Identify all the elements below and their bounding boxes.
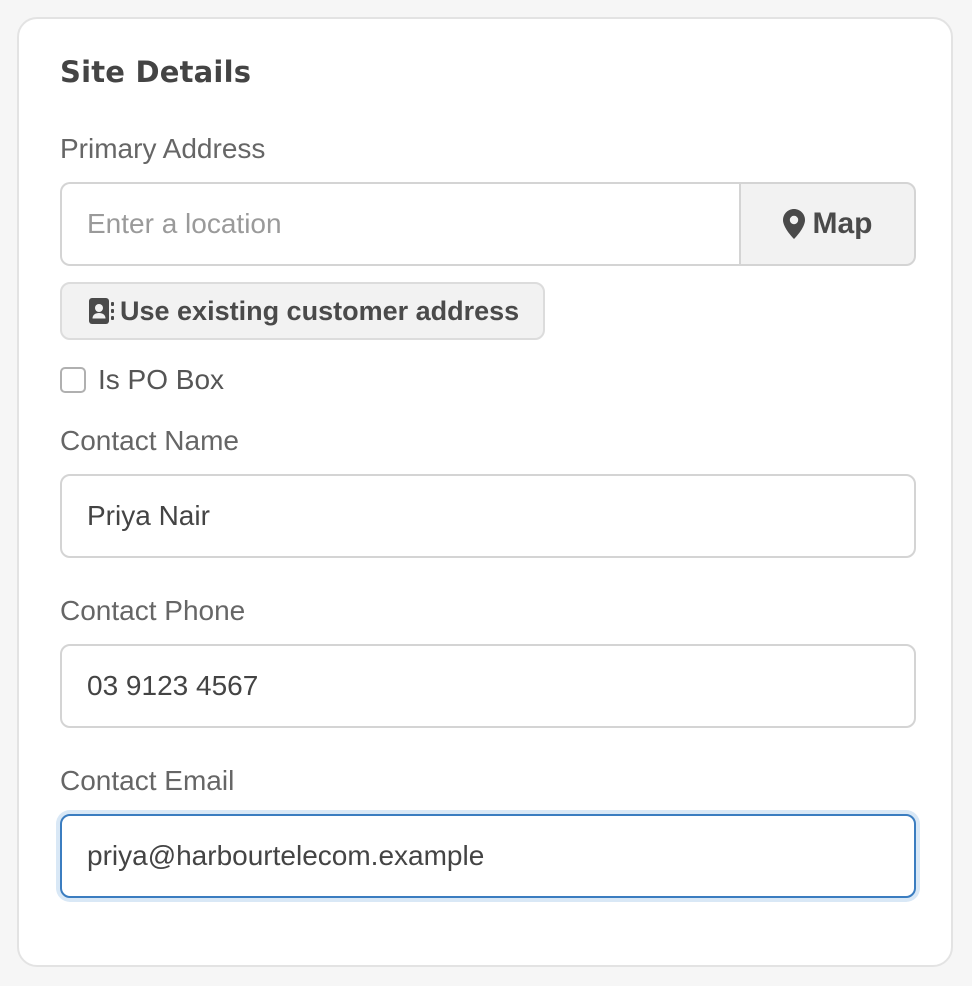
- contact-name-label: Contact Name: [60, 425, 239, 456]
- site-details-card: Site Details Primary Address Map: [17, 17, 953, 967]
- address-book-icon: [88, 298, 114, 324]
- map-button-label: Map: [812, 207, 873, 240]
- use-existing-address-label: Use existing customer address: [120, 295, 520, 326]
- primary-address-group: Map: [60, 182, 916, 266]
- po-box-label: Is PO Box: [98, 364, 225, 395]
- po-box-checkbox[interactable]: [60, 367, 86, 393]
- po-box-row: Is PO Box: [60, 364, 224, 396]
- primary-address-label: Primary Address: [60, 133, 266, 164]
- use-existing-address-button[interactable]: Use existing customer address: [60, 282, 546, 340]
- contact-phone-input[interactable]: [60, 644, 916, 728]
- primary-address-input[interactable]: [60, 182, 739, 266]
- contact-email-input[interactable]: [60, 814, 916, 898]
- contact-email-label: Contact Email: [60, 765, 235, 796]
- map-button[interactable]: Map: [739, 182, 916, 266]
- contact-phone-label: Contact Phone: [60, 595, 246, 626]
- section-title: Site Details: [60, 55, 252, 89]
- contact-name-input[interactable]: [60, 474, 916, 558]
- map-marker-icon: [782, 209, 805, 239]
